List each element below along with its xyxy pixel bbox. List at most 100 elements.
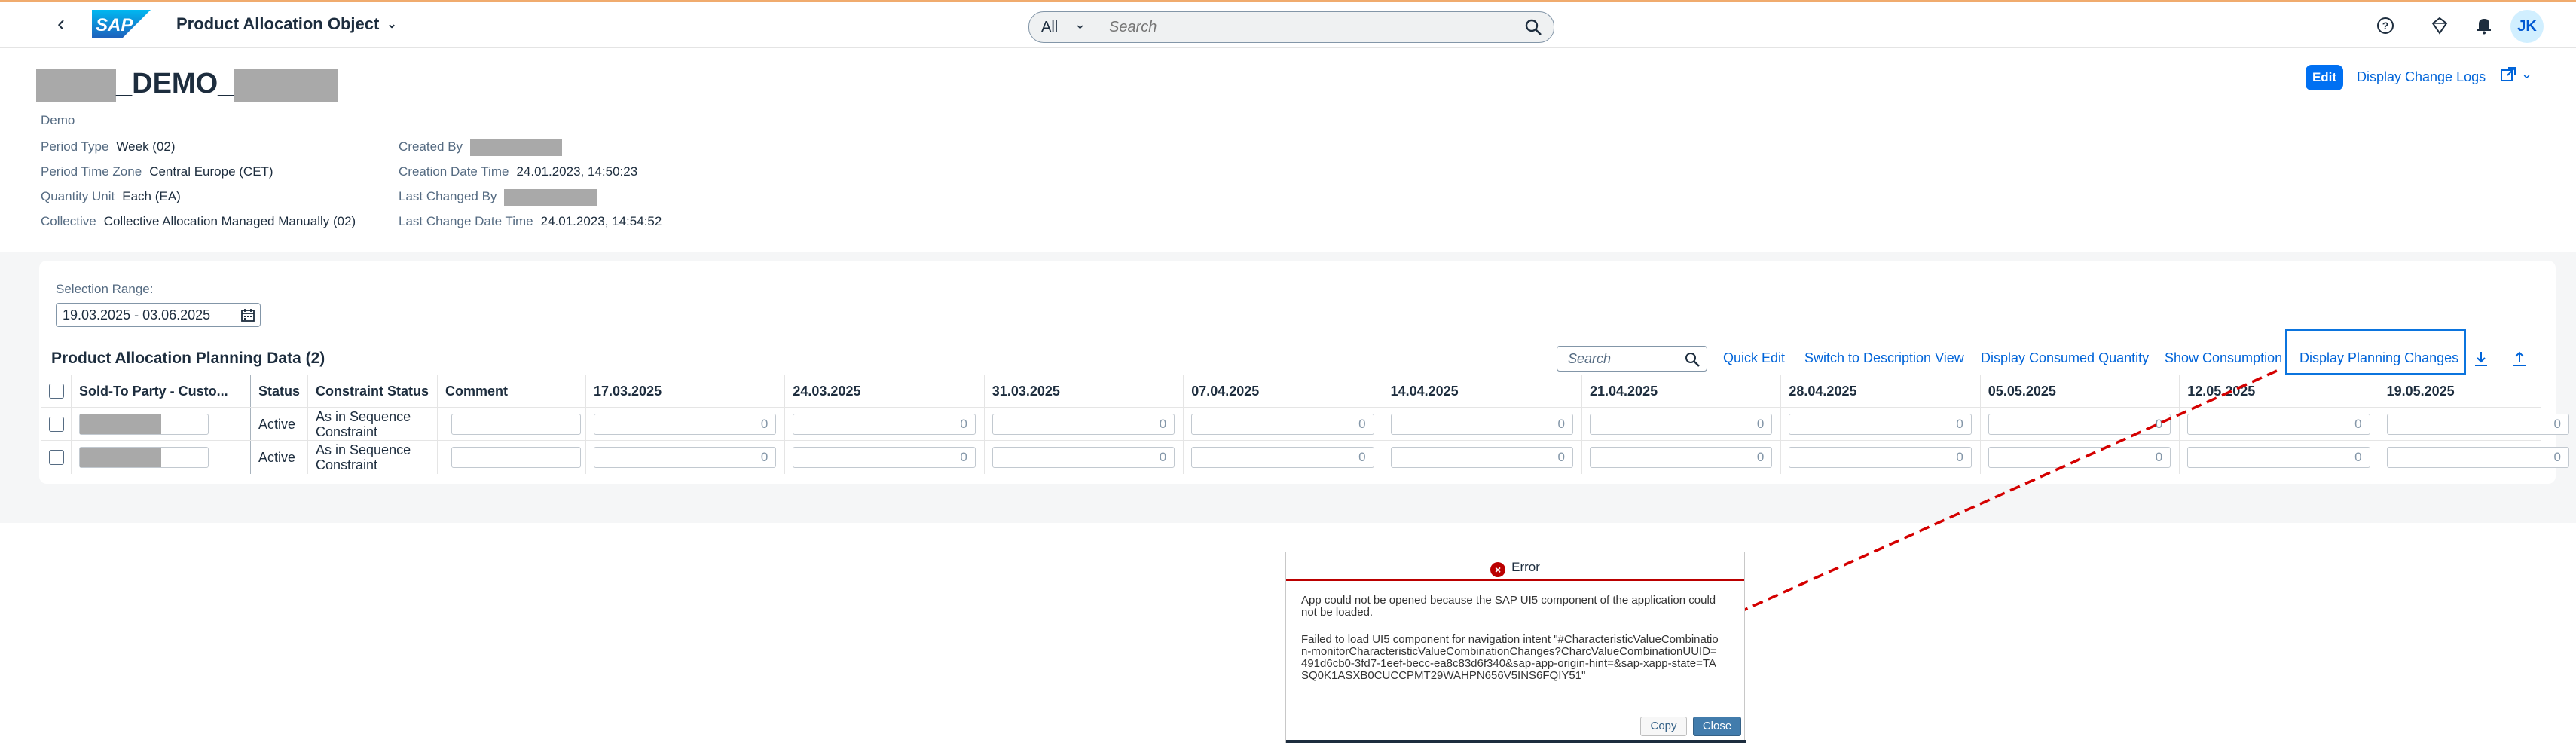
week-cell: 0 [985,441,1184,474]
quantity-input[interactable]: 0 [1988,447,2171,468]
redacted-block [504,188,598,206]
col-header-constraint[interactable]: Constraint Status [308,375,438,407]
comment-input[interactable] [451,447,581,468]
quantity-input[interactable]: 0 [1988,414,2171,435]
quantity-input[interactable]: 0 [594,414,777,435]
attr-value: Central Europe (CET) [149,164,273,179]
help-icon[interactable]: ? [2374,14,2397,37]
edit-button[interactable]: Edit [2306,65,2343,90]
quantity-input[interactable]: 0 [2187,414,2370,435]
planning-table: Sold-To Party - Custo... Status Constrai… [41,375,2569,474]
copy-button[interactable]: Copy [1640,717,1687,736]
show-consumption-button[interactable]: Show Consumption [2165,350,2282,366]
quantity-input[interactable]: 0 [992,447,1175,468]
col-header-week[interactable]: 31.03.2025 [985,375,1184,407]
quantity-input[interactable]: 0 [1191,414,1374,435]
week-cell: 0 [1383,441,1582,474]
calendar-icon[interactable] [240,307,255,323]
quantity-input[interactable]: 0 [793,447,976,468]
attr-label: Last Change Date Time [399,214,533,228]
attr-period-type: Period Type Week (02) [41,139,176,155]
quick-edit-button[interactable]: Quick Edit [1723,350,1785,366]
col-header-week[interactable]: 07.04.2025 [1184,375,1383,407]
col-header-comment[interactable]: Comment [438,375,586,407]
attr-label: Collective [41,214,96,228]
quantity-input[interactable]: 0 [1390,414,1573,435]
download-icon[interactable] [2471,349,2491,368]
col-header-sold-to[interactable]: Sold-To Party - Custo... [72,375,251,407]
search-icon[interactable] [1523,17,1543,37]
switch-description-view-button[interactable]: Switch to Description View [1804,350,1964,366]
col-header-status[interactable]: Status [251,375,308,407]
back-icon[interactable]: ‹ [50,13,72,35]
table-row[interactable]: Active As in Sequence Constraint 00000000… [41,407,2569,441]
col-header-week[interactable]: 05.05.2025 [1981,375,2180,407]
joule-icon[interactable] [2428,14,2451,37]
search-input[interactable] [1109,17,1486,38]
quantity-input[interactable]: 0 [992,414,1175,435]
col-header-week[interactable]: 19.05.2025 [2379,375,2576,407]
table-title: Product Allocation Planning Data (2) [51,350,325,367]
search-icon[interactable] [1684,351,1701,368]
week-cell: 0 [1981,408,2180,441]
upload-icon[interactable] [2510,349,2529,368]
week-cell: 0 [785,441,985,474]
selection-range-input[interactable]: 19.03.2025 - 03.06.2025 [56,303,261,327]
display-change-logs-link[interactable]: Display Change Logs [2357,69,2486,85]
comment-cell [438,408,586,441]
attr-label: Period Type [41,139,109,154]
col-header-week[interactable]: 28.04.2025 [1781,375,1981,407]
quantity-input[interactable]: 0 [1590,447,1773,468]
notifications-icon[interactable] [2473,14,2495,37]
comment-input[interactable] [451,414,581,435]
quantity-input[interactable]: 0 [1191,447,1374,468]
attr-last-change-date: Last Change Date Time 24.01.2023, 14:54:5… [399,213,662,230]
app-title-menu[interactable]: Product Allocation Object ⌄ [176,13,397,36]
dialog-body: App could not be opened because the SAP … [1301,595,1723,697]
attr-label: Last Changed By [399,189,497,203]
user-avatar[interactable]: JK [2510,10,2544,43]
week-cell: 0 [1582,441,1782,474]
week-cell: 0 [1184,441,1383,474]
quantity-input[interactable]: 0 [793,414,976,435]
quantity-input[interactable]: 0 [2187,447,2370,468]
quantity-input[interactable]: 0 [2386,414,2569,435]
week-cell: 0 [985,408,1184,441]
search-scope[interactable]: All [1041,18,1058,36]
col-header-week[interactable]: 21.04.2025 [1582,375,1782,407]
sold-to-input[interactable] [79,447,209,468]
share-menu[interactable]: ⌄ [2500,66,2538,89]
display-consumed-quantity-button[interactable]: Display Consumed Quantity [1981,350,2149,366]
week-cell: 0 [2180,408,2379,441]
table-search-input[interactable]: Search [1557,346,1707,372]
sap-logo[interactable]: SAP [92,10,151,38]
col-header-week[interactable]: 17.03.2025 [586,375,786,407]
status-cell: Active [251,441,308,474]
app-title: Product Allocation Object [176,14,380,33]
quantity-input[interactable]: 0 [2386,447,2569,468]
quantity-input[interactable]: 0 [1390,447,1573,468]
table-row[interactable]: Active As in Sequence Constraint 00000000… [41,440,2569,474]
col-header-week[interactable]: 14.04.2025 [1383,375,1582,407]
object-title-text: _DEMO_ [116,68,234,99]
close-button[interactable]: Close [1693,717,1741,736]
redacted-block [80,414,161,434]
quantity-input[interactable]: 0 [1789,414,1972,435]
sold-to-cell [72,408,251,441]
select-all-checkbox[interactable] [49,384,64,399]
chevron-down-icon[interactable]: ⌄ [1074,17,1086,32]
quantity-input[interactable]: 0 [1789,447,1972,468]
share-icon [2501,67,2516,82]
display-planning-changes-button[interactable]: Display Planning Changes [2299,350,2458,366]
week-cell: 0 [586,408,786,441]
quantity-input[interactable]: 0 [594,447,777,468]
week-cell: 0 [785,408,985,441]
col-header-week[interactable]: 24.03.2025 [785,375,985,407]
col-header-week[interactable]: 12.05.2025 [2180,375,2379,407]
week-cell: 0 [2379,408,2576,441]
quantity-input[interactable]: 0 [1590,414,1773,435]
attr-label: Quantity Unit [41,189,115,203]
row-checkbox[interactable] [49,417,64,432]
sold-to-input[interactable] [79,414,209,435]
row-checkbox[interactable] [49,450,64,465]
